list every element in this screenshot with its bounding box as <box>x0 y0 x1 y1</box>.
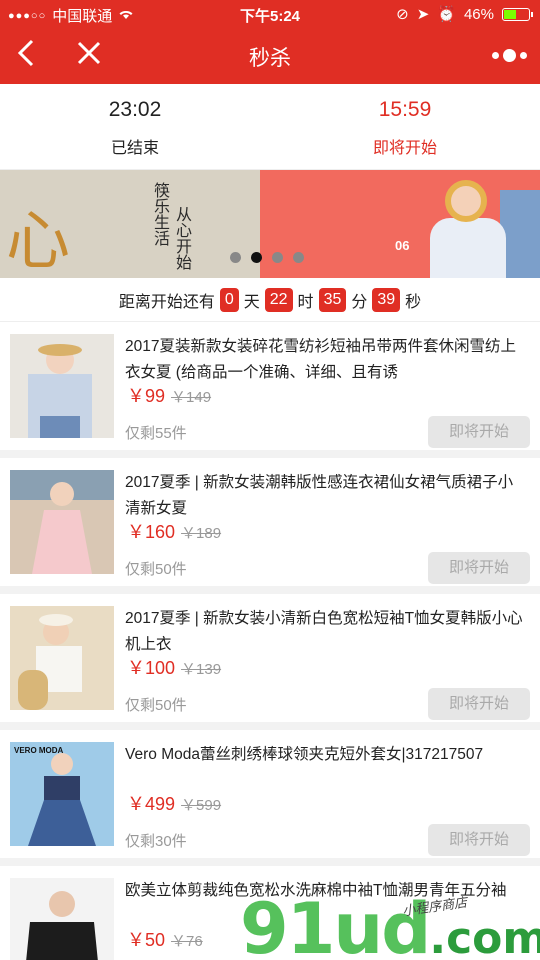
stock-label: 仅剩50件 <box>125 697 187 714</box>
carousel-dot[interactable] <box>230 252 241 263</box>
carousel-indicator <box>230 252 304 263</box>
carousel-dot[interactable] <box>293 252 304 263</box>
countdown-unit: 天 <box>243 293 260 311</box>
original-price: ￥139 <box>181 661 222 678</box>
upcoming-button[interactable]: 即将开始 <box>428 416 530 448</box>
watermark-logo: 91ud.com <box>240 888 540 960</box>
watermark-text: 91ud <box>240 888 431 960</box>
product-name[interactable]: 2017夏装新款女装碎花雪纺衫短袖吊带两件套休闲雪纺上衣女夏 (给商品一个准确、… <box>125 334 525 386</box>
original-price: ￥599 <box>181 797 222 814</box>
watermark-domain: .com <box>429 913 540 960</box>
countdown-unit: 时 <box>297 293 314 311</box>
tab-time: 15:59 <box>378 98 432 121</box>
status-bar: ●●●○○ 中国联通 下午5:24 ⊘ ➤ ⏰ 46% <box>0 0 540 28</box>
product-item[interactable]: VERO MODA Vero Moda蕾丝刺绣棒球领夹克短外套女|3172175… <box>0 730 540 866</box>
countdown-unit: 秒 <box>405 293 422 311</box>
stock-label: 仅剩55件 <box>125 425 187 442</box>
more-dots-icon[interactable] <box>490 44 530 68</box>
banner-slide-left: 心 筷乐生活 从心开始 <box>0 170 260 278</box>
banner-poem-line: 筷乐生活 <box>151 182 170 246</box>
upcoming-button[interactable]: 即将开始 <box>428 688 530 720</box>
product-image[interactable] <box>10 334 114 438</box>
upcoming-button[interactable]: 即将开始 <box>428 552 530 584</box>
rotation-lock-icon: ⊘ <box>396 6 409 23</box>
stock-label: 仅剩50件 <box>125 561 187 578</box>
product-item[interactable]: 2017夏季 | 新款女装小清新白色宽松短袖T恤女夏韩版小心机上衣 ￥100 ￥1… <box>0 594 540 730</box>
product-image[interactable]: VERO MODA <box>10 742 114 846</box>
original-price: ￥76 <box>171 933 203 950</box>
battery-percent: 46% <box>463 5 494 23</box>
banner-jeans-image <box>500 190 540 278</box>
stock-label: 仅剩30件 <box>125 833 187 850</box>
product-price: ￥160 ￥189 <box>127 518 221 544</box>
page-title: 秒杀 <box>249 47 291 70</box>
countdown-minutes: 35 <box>318 287 347 312</box>
original-price: ￥189 <box>181 525 222 542</box>
countdown-unit: 分 <box>351 293 368 311</box>
tab-upcoming[interactable]: 15:59 即将开始 <box>270 98 540 158</box>
countdown-bar: 距离开始还有 0 天 22 时 35 分 39 秒 <box>0 278 540 322</box>
product-image[interactable] <box>10 606 114 710</box>
product-image[interactable] <box>10 878 114 960</box>
tab-status: 即将开始 <box>372 140 437 157</box>
sale-price: ￥50 <box>127 930 166 950</box>
sale-price: ￥160 <box>127 522 176 542</box>
product-name[interactable]: 2017夏季 | 新款女装潮韩版性感连衣裙仙女裙气质裙子小清新女夏 <box>125 470 525 522</box>
sale-price: ￥99 <box>127 386 166 406</box>
nav-bar: 秒杀 <box>0 28 540 84</box>
product-price: ￥499 ￥599 <box>127 790 221 816</box>
product-price: ￥50 ￥76 <box>127 926 203 952</box>
product-image[interactable] <box>10 470 114 574</box>
location-icon: ➤ <box>416 6 430 23</box>
banner-model-head <box>445 180 487 222</box>
carousel-dot[interactable] <box>272 252 283 263</box>
product-price: ￥100 ￥139 <box>127 654 221 680</box>
tab-ended[interactable]: 23:02 已结束 <box>0 98 270 158</box>
tab-status: 已结束 <box>110 140 159 157</box>
tab-time: 23:02 <box>108 98 162 121</box>
banner-promo-tag: 06 <box>395 238 410 253</box>
alarm-icon: ⏰ <box>437 6 456 23</box>
product-name[interactable]: 2017夏季 | 新款女装小清新白色宽松短袖T恤女夏韩版小心机上衣 <box>125 606 525 658</box>
banner-model-image <box>430 218 506 278</box>
countdown-days: 0 <box>219 287 239 312</box>
product-name[interactable]: Vero Moda蕾丝刺绣棒球领夹克短外套女|317217507 <box>125 742 525 768</box>
carousel-dot-active[interactable] <box>251 252 262 263</box>
brand-logo: VERO MODA <box>14 746 64 755</box>
product-price: ￥99 ￥149 <box>127 382 211 408</box>
banner-big-char: 心 <box>6 205 70 278</box>
sale-price: ￥100 <box>127 658 176 678</box>
product-item[interactable]: 2017夏季 | 新款女装潮韩版性感连衣裙仙女裙气质裙子小清新女夏 ￥160 ￥1… <box>0 458 540 594</box>
countdown-hours: 22 <box>264 287 293 312</box>
countdown-prefix: 距离开始还有 <box>118 293 215 311</box>
banner-poem-line: 从心开始 <box>173 206 192 270</box>
original-price: ￥149 <box>171 389 212 406</box>
product-item[interactable]: 2017夏装新款女装碎花雪纺衫短袖吊带两件套休闲雪纺上衣女夏 (给商品一个准确、… <box>0 322 540 458</box>
upcoming-button[interactable]: 即将开始 <box>428 824 530 856</box>
battery-icon <box>502 7 533 21</box>
time-tabs: 23:02 已结束 15:59 即将开始 <box>0 84 540 170</box>
sale-price: ￥499 <box>127 794 176 814</box>
countdown-seconds: 39 <box>372 287 401 312</box>
